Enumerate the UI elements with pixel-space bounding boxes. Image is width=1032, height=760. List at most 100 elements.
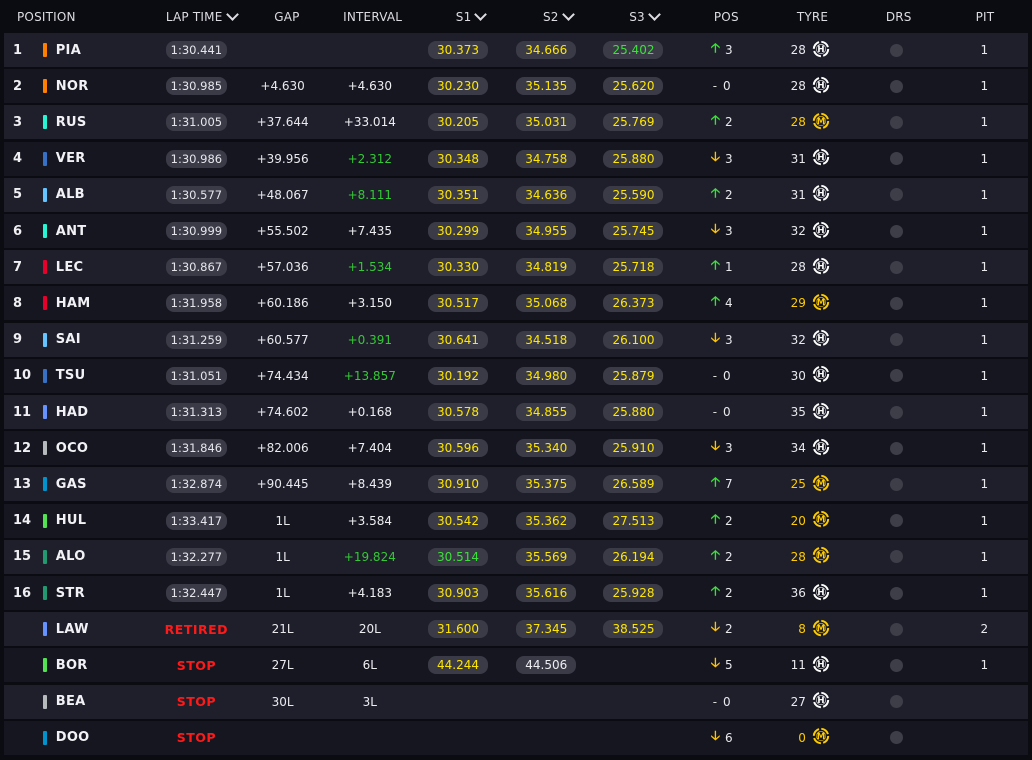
pit-cell: 1 bbox=[941, 648, 1028, 682]
sector-s2-time: 44.506 bbox=[516, 656, 577, 675]
table-row[interactable]: 1 PIA 1:30.441 30.373 34.666 25.402 🡡 3 28 H 1 bbox=[4, 33, 1028, 67]
gap-value: +55.502 bbox=[256, 224, 309, 238]
position-change-cell: -0 bbox=[677, 359, 766, 393]
header-interval[interactable]: INTERVAL bbox=[319, 0, 427, 33]
driver-cell: HUL bbox=[42, 504, 154, 538]
drs-cell bbox=[852, 323, 941, 357]
arrow-up-icon: 🡡 bbox=[710, 41, 721, 56]
position-change-value: 3 bbox=[725, 441, 733, 456]
table-row[interactable]: 11 HAD 1:31.313 +74.602 +0.168 30.578 34.855 25… bbox=[4, 395, 1028, 429]
driver-cell: HAM bbox=[42, 286, 154, 320]
table-row[interactable]: 9 SAI 1:31.259 +60.577 +0.391 30.641 34.518 26.… bbox=[4, 322, 1028, 357]
tyre-cell: 28 H bbox=[766, 69, 851, 103]
interval-cell: +2.312 bbox=[326, 142, 413, 176]
position-change-value: 0 bbox=[723, 79, 731, 94]
driver-code: PIA bbox=[55, 42, 82, 58]
table-row[interactable]: 5 ALB 1:30.577 +48.067 +8.111 30.351 34.636 25.… bbox=[4, 177, 1028, 212]
header-pit[interactable]: PIT bbox=[938, 0, 1032, 33]
position-change-value: 0 bbox=[723, 368, 731, 383]
table-row[interactable]: LAW RETIRED 21L 20L 31.600 37.345 38.525 🡣 2 8 M 2 bbox=[4, 612, 1028, 647]
table-row[interactable]: 6 ANT 1:30.999 +55.502 +7.435 30.299 34.955 25.… bbox=[4, 214, 1028, 248]
sector-s2-time: 35.616 bbox=[516, 584, 577, 602]
gap-cell: +4.630 bbox=[239, 69, 326, 103]
sector-s1-cell: 30.348 bbox=[413, 142, 502, 176]
header-position-label: POSITION bbox=[17, 9, 76, 24]
header-tyre[interactable]: TYRE bbox=[766, 0, 860, 33]
tyre-compound-letter: H bbox=[817, 696, 824, 706]
sector-s1-time: 30.230 bbox=[428, 77, 489, 96]
header-s1[interactable]: S1 bbox=[427, 0, 515, 33]
lap-time: 1:30.999 bbox=[165, 222, 228, 240]
drs-indicator-icon bbox=[889, 695, 903, 709]
tyre-compound-letter: M bbox=[817, 117, 826, 127]
table-row[interactable]: 12 OCO 1:31.846 +82.006 +7.404 30.596 35.340 25… bbox=[4, 431, 1028, 466]
chevron-down-icon bbox=[561, 7, 575, 21]
table-row[interactable]: 3 RUS 1:31.005 +37.644 +33.014 30.205 35.031 25… bbox=[4, 105, 1028, 140]
table-row[interactable]: 14 HUL 1:33.417 1L +3.584 30.542 35.362 27.513 🡡… bbox=[4, 503, 1028, 538]
tyre-compound-letter: H bbox=[817, 226, 824, 236]
interval-value: +3.150 bbox=[347, 296, 393, 311]
hard-tyre-icon: H bbox=[812, 257, 830, 278]
interval-cell: +7.404 bbox=[326, 431, 413, 465]
sector-s1-time: 30.514 bbox=[428, 547, 489, 566]
team-color-bar bbox=[42, 694, 47, 709]
table-row[interactable]: BOR STOP 27L 6L 44.244 44.506 🡣 5 11 H 1 bbox=[4, 648, 1028, 683]
header-pos[interactable]: POS bbox=[687, 0, 765, 33]
header-drs[interactable]: DRS bbox=[860, 0, 938, 33]
tyre-cell: 32 H bbox=[766, 323, 851, 357]
sector-s1-time: 30.578 bbox=[428, 403, 489, 421]
dash-icon: - bbox=[712, 405, 718, 419]
interval-value: +1.534 bbox=[347, 260, 393, 275]
table-row[interactable]: 2 NOR 1:30.985 +4.630 +4.630 30.230 35.135 25.6… bbox=[4, 69, 1028, 104]
drs-cell bbox=[852, 648, 941, 682]
tyre-laps: 0 bbox=[798, 730, 806, 745]
gap-value: +60.186 bbox=[256, 296, 309, 311]
table-row[interactable]: BEA STOP 30L 3L -0 27 H bbox=[4, 684, 1028, 719]
header-s3[interactable]: S3 bbox=[601, 0, 687, 33]
tyre-compound-letter: M bbox=[817, 298, 826, 308]
sector-s3-time: 26.589 bbox=[603, 475, 664, 494]
sector-s3-time: 25.880 bbox=[603, 149, 664, 168]
sector-s2-time: 34.758 bbox=[516, 149, 577, 168]
tyre-laps: 32 bbox=[790, 224, 806, 238]
pit-cell: 1 bbox=[941, 33, 1028, 67]
lap-time: 1:32.447 bbox=[165, 584, 228, 602]
position-change-cell: 🡣 2 bbox=[677, 612, 766, 646]
header-position[interactable]: POSITION bbox=[0, 0, 147, 33]
medium-tyre-icon: M bbox=[812, 727, 830, 748]
sector-s3-time: 25.620 bbox=[603, 77, 664, 96]
table-row[interactable]: 13 GAS 1:32.874 +90.445 +8.439 30.910 35.375 26… bbox=[4, 467, 1028, 502]
pit-count: 1 bbox=[980, 368, 989, 383]
tyre-compound-letter: M bbox=[817, 515, 826, 525]
sector-s2-cell: 35.031 bbox=[503, 105, 590, 139]
header-gap[interactable]: GAP bbox=[255, 0, 319, 33]
table-row[interactable]: 10 TSU 1:31.051 +74.434 +13.857 30.192 34.980 2… bbox=[4, 358, 1028, 393]
pit-count: 1 bbox=[980, 658, 989, 673]
sector-s2-time: 34.518 bbox=[516, 330, 577, 349]
table-row[interactable]: DOO STOP 🡣 6 0 M bbox=[4, 720, 1028, 755]
table-row[interactable]: 16 STR 1:32.447 1L +4.183 30.903 35.616 25.928 🡡… bbox=[4, 576, 1028, 610]
header-s2[interactable]: S2 bbox=[515, 0, 601, 33]
arrow-down-icon: 🡣 bbox=[710, 222, 721, 237]
team-color-bar bbox=[42, 477, 47, 492]
drs-indicator-icon bbox=[889, 514, 903, 528]
header-s3-label: S3 bbox=[629, 9, 645, 24]
interval-value: +7.404 bbox=[347, 441, 393, 456]
tyre-cell: 27 H bbox=[766, 685, 851, 719]
table-row[interactable]: 8 HAM 1:31.958 +60.186 +3.150 30.517 35.068 26.… bbox=[4, 286, 1028, 321]
lap-time-cell: 1:32.874 bbox=[154, 467, 239, 501]
driver-cell: GAS bbox=[42, 467, 154, 501]
tyre-cell: 28 M bbox=[766, 105, 851, 139]
table-row[interactable]: 15 ALO 1:32.277 1L +19.824 30.514 35.569 26.194… bbox=[4, 539, 1028, 574]
table-row[interactable]: 7 LEC 1:30.867 +57.036 +1.534 30.330 34.819 25.… bbox=[4, 250, 1028, 285]
position-change-cell: 🡡 1 bbox=[677, 250, 766, 284]
position-change-cell: 🡡 2 bbox=[677, 178, 766, 212]
header-lap-time[interactable]: LAP TIME bbox=[147, 0, 255, 33]
sector-s2-time: 34.980 bbox=[516, 366, 577, 385]
driver-cell: OCO bbox=[42, 431, 154, 465]
lap-time: 1:31.005 bbox=[165, 113, 228, 132]
table-row[interactable]: 4 VER 1:30.986 +39.956 +2.312 30.348 34.758 25.… bbox=[4, 141, 1028, 176]
sector-s1-cell bbox=[413, 721, 502, 755]
hard-tyre-icon: H bbox=[812, 221, 830, 242]
drs-cell bbox=[852, 105, 941, 139]
